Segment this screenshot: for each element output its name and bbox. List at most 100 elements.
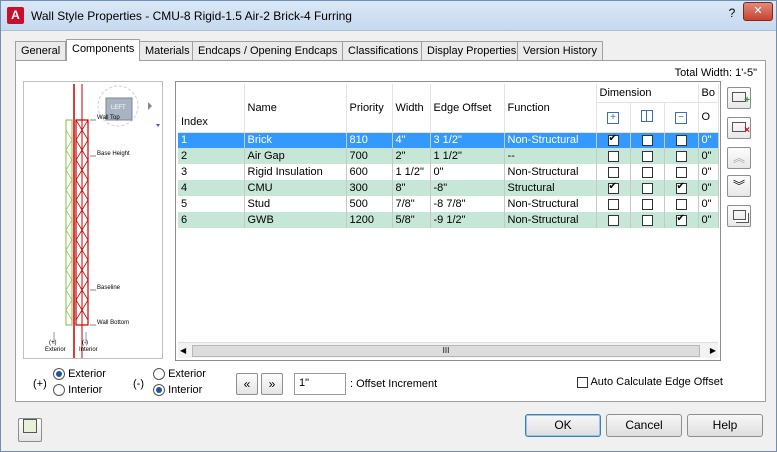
cell-edge-offset[interactable]: -9 1/2" — [430, 212, 505, 228]
cell-name[interactable]: Air Gap — [244, 148, 347, 164]
offset-increase-button[interactable]: » — [261, 373, 283, 395]
tab-endcaps[interactable]: Endcaps / Opening Endcaps — [192, 41, 344, 61]
horizontal-scrollbar[interactable]: ◀ III ▶ — [178, 342, 718, 358]
cell-bottom-offset[interactable]: 0" — [698, 180, 719, 196]
dimension-checkbox[interactable] — [641, 182, 653, 194]
tab-classifications[interactable]: Classifications — [342, 41, 425, 61]
tab-display-properties[interactable]: Display Properties — [421, 41, 523, 61]
minus-exterior-radio-dot[interactable] — [153, 368, 165, 381]
table-row[interactable]: 1Brick8104"3 1/2"Non-Structural 0" — [178, 132, 719, 148]
dimension-checkbox[interactable] — [675, 134, 687, 146]
dimension-inner-icon[interactable]: − — [664, 102, 699, 133]
cancel-button[interactable]: Cancel — [606, 414, 682, 437]
cell-index[interactable]: 2 — [178, 148, 245, 164]
dimension-checkbox[interactable] — [675, 166, 687, 178]
cell-bottom-offset[interactable]: 0" — [698, 148, 719, 164]
tab-general[interactable]: General — [15, 41, 67, 61]
dimension-checkbox[interactable] — [641, 214, 653, 226]
cell-width[interactable]: 4" — [392, 132, 431, 148]
minus-exterior-radio[interactable]: Exterior — [153, 368, 206, 384]
cell-width[interactable]: 7/8" — [392, 196, 431, 212]
move-down-button[interactable]: ︾ — [727, 175, 751, 197]
cell-function[interactable]: Non-Structural — [504, 212, 597, 228]
dimension-checkbox[interactable] — [607, 181, 619, 194]
cell-edge-offset[interactable]: -8 7/8" — [430, 196, 505, 212]
wall-preview-viewport[interactable]: LEFT Wall Top Base Height Baseline Wall … — [23, 81, 163, 359]
scroll-thumb[interactable]: III — [192, 345, 700, 357]
cell-edge-offset[interactable]: 0" — [430, 164, 505, 180]
tab-materials[interactable]: Materials — [139, 41, 196, 61]
cell-function[interactable]: Non-Structural — [504, 196, 597, 212]
table-row[interactable]: 6GWB12005/8"-9 1/2"Non-Structural 0" — [178, 212, 719, 228]
col-header-bottom-elevation[interactable]: Bo — [698, 84, 719, 103]
dimension-checkbox[interactable] — [675, 198, 687, 210]
auto-calc-checkbox[interactable] — [577, 376, 588, 388]
cell-width[interactable]: 8" — [392, 180, 431, 196]
dimension-checkbox[interactable] — [675, 181, 687, 194]
dimension-checkbox[interactable] — [675, 150, 687, 162]
tab-version-history[interactable]: Version History — [517, 41, 603, 61]
add-component-button[interactable]: + — [727, 87, 751, 109]
offset-decrease-button[interactable]: « — [236, 373, 258, 395]
cell-width[interactable]: 5/8" — [392, 212, 431, 228]
cell-priority[interactable]: 600 — [346, 164, 393, 180]
cell-function[interactable]: Structural — [504, 180, 597, 196]
minus-interior-radio[interactable]: Interior — [153, 384, 206, 400]
delete-component-button[interactable]: × — [727, 117, 751, 139]
col-header-priority[interactable]: Priority — [346, 84, 393, 133]
cell-name[interactable]: CMU — [244, 180, 347, 196]
table-row[interactable]: 4CMU3008"-8"Structural 0" — [178, 180, 719, 196]
move-up-button[interactable]: ︽ — [727, 147, 751, 169]
help-button[interactable]: Help — [687, 414, 763, 437]
cell-name[interactable]: Brick — [244, 132, 347, 148]
scroll-right-arrow-icon[interactable]: ▶ — [710, 346, 716, 355]
ok-button[interactable]: OK — [525, 414, 601, 437]
minus-interior-radio-dot[interactable] — [153, 384, 165, 397]
dimension-checkbox[interactable] — [607, 166, 619, 178]
cell-width[interactable]: 2" — [392, 148, 431, 164]
dimension-checkbox[interactable] — [607, 214, 619, 226]
table-row[interactable]: 2 Air Gap 700 2" 1 1/2" -- 0" — [178, 148, 719, 164]
cell-index[interactable]: 4 — [178, 180, 245, 196]
cell-function[interactable]: -- — [504, 148, 597, 164]
cell-edge-offset[interactable]: 1 1/2" — [430, 148, 505, 164]
offset-increment-input[interactable]: 1" — [294, 373, 346, 395]
cell-width[interactable]: 1 1/2" — [392, 164, 431, 180]
table-row[interactable]: 3 Rigid Insulation 600 1 1/2" 0" Non-Structur… — [178, 164, 719, 180]
cell-name[interactable]: GWB — [244, 212, 347, 228]
plus-interior-radio[interactable]: Interior — [53, 384, 106, 400]
copy-component-button[interactable] — [727, 205, 751, 227]
auto-calc-edge-offset[interactable]: Auto Calculate Edge Offset — [577, 376, 723, 388]
dimension-center-icon[interactable] — [630, 102, 665, 133]
tab-components[interactable]: Components — [66, 39, 141, 61]
dimension-checkbox[interactable] — [607, 198, 619, 210]
cell-priority[interactable]: 810 — [346, 132, 393, 148]
cell-bottom-offset[interactable]: 0" — [698, 212, 719, 228]
dimension-checkbox[interactable] — [675, 213, 687, 226]
cell-bottom-offset[interactable]: 0" — [698, 196, 719, 212]
view-cube-face-label[interactable]: LEFT — [111, 105, 126, 111]
col-header-edge-offset[interactable]: Edge Offset — [430, 84, 505, 133]
cell-priority[interactable]: 1200 — [346, 212, 393, 228]
cell-priority[interactable]: 700 — [346, 148, 393, 164]
cell-name[interactable]: Stud — [244, 196, 347, 212]
cell-function[interactable]: Non-Structural — [504, 132, 597, 148]
plus-interior-radio-dot[interactable] — [53, 384, 65, 397]
col-header-function[interactable]: Function — [504, 84, 597, 133]
title-help-button[interactable]: ? — [723, 5, 741, 21]
cell-index[interactable]: 5 — [178, 196, 245, 212]
col-header-index[interactable]: Index — [178, 84, 245, 133]
dimension-checkbox[interactable] — [641, 134, 653, 146]
dimension-checkbox[interactable] — [641, 198, 653, 210]
dimension-checkbox[interactable] — [607, 150, 619, 162]
scroll-left-arrow-icon[interactable]: ◀ — [180, 346, 186, 355]
close-window-button[interactable]: ✕ — [743, 2, 773, 21]
plus-exterior-radio-dot[interactable] — [53, 368, 65, 381]
col-header-name[interactable]: Name — [244, 84, 347, 133]
style-manager-button[interactable] — [18, 418, 42, 442]
dimension-outer-icon[interactable]: + — [596, 102, 631, 133]
dimension-checkbox[interactable] — [641, 166, 653, 178]
dimension-checkbox[interactable] — [607, 133, 619, 146]
cell-priority[interactable]: 500 — [346, 196, 393, 212]
cell-bottom-offset[interactable]: 0" — [698, 132, 719, 148]
